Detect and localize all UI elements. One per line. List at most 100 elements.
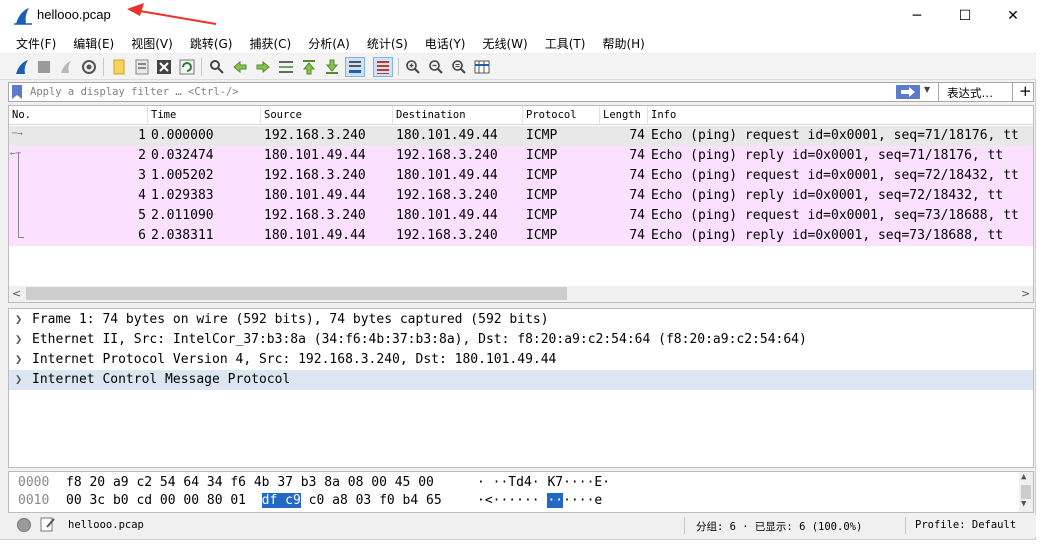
apply-filter-button[interactable] <box>896 85 920 99</box>
related-packets-end <box>18 237 24 238</box>
chevron-right-icon[interactable]: ❯ <box>15 352 22 366</box>
scroll-down-icon[interactable]: ▼ <box>1021 499 1026 509</box>
chevron-right-icon[interactable]: ❯ <box>15 312 22 326</box>
go-first-packet-icon[interactable] <box>299 57 319 77</box>
resize-columns-icon[interactable] <box>472 57 492 77</box>
menu-help[interactable]: 帮助(H) <box>598 31 648 53</box>
add-filter-button[interactable]: + <box>1019 82 1032 100</box>
cell-source: 180.101.49.44 <box>264 148 366 163</box>
detail-row-frame[interactable]: ❯ Frame 1: 74 bytes on wire (592 bits), … <box>9 310 1033 330</box>
title-bar: hellooo.pcap ─ ☐ ✕ <box>0 0 1036 31</box>
minimize-button[interactable]: ─ <box>894 0 940 31</box>
close-button[interactable]: ✕ <box>990 0 1036 31</box>
table-row[interactable]: 3 1.005202 192.168.3.240 180.101.49.44 I… <box>9 166 1033 186</box>
go-to-packet-icon[interactable] <box>276 57 296 77</box>
table-row[interactable]: 6 2.038311 180.101.49.44 192.168.3.240 I… <box>9 226 1033 246</box>
status-profile[interactable]: Profile: Default <box>915 519 1016 531</box>
ready-indicator-icon[interactable] <box>17 518 31 532</box>
detail-row-ethernet[interactable]: ❯ Ethernet II, Src: IntelCor_37:b3:8a (3… <box>9 330 1033 350</box>
menu-analyze[interactable]: 分析(A) <box>304 31 354 53</box>
cell-length: 74 <box>629 208 645 223</box>
bytes-vscroll[interactable]: ▲ ▼ <box>1019 472 1033 512</box>
menu-wireless[interactable]: 无线(W) <box>479 31 532 53</box>
column-header-no[interactable]: No. <box>9 106 148 125</box>
stop-capture-icon[interactable] <box>34 57 54 77</box>
bytes-hex[interactable]: 00 3c b0 cd 00 00 80 01 df c9 c0 a8 03 f… <box>66 493 442 508</box>
zoom-out-icon[interactable] <box>426 57 446 77</box>
cell-time: 2.011090 <box>151 208 214 223</box>
maximize-button[interactable]: ☐ <box>942 0 988 31</box>
cell-protocol: ICMP <box>526 228 558 243</box>
cell-destination: 192.168.3.240 <box>396 228 498 243</box>
bytes-ascii[interactable]: · ··Td4· K7····E· <box>477 475 610 490</box>
table-row[interactable]: ─→ 1 0.000000 192.168.3.240 180.101.49.4… <box>9 126 1033 146</box>
cell-source: 192.168.3.240 <box>264 208 366 223</box>
restart-capture-icon[interactable] <box>56 57 76 77</box>
detail-row-ipv4[interactable]: ❯ Internet Protocol Version 4, Src: 192.… <box>9 350 1033 370</box>
go-back-icon[interactable] <box>230 57 250 77</box>
filter-history-dropdown[interactable]: ▼ <box>924 85 930 94</box>
auto-scroll-icon[interactable] <box>345 57 365 77</box>
close-file-icon[interactable] <box>154 57 174 77</box>
cell-source: 192.168.3.240 <box>264 168 366 183</box>
column-header-destination[interactable]: Destination <box>393 106 523 125</box>
normal-size-icon[interactable] <box>449 57 469 77</box>
cell-length: 74 <box>629 228 645 243</box>
chevron-right-icon[interactable]: ❯ <box>15 332 22 346</box>
bytes-offset: 0010 <box>18 493 50 508</box>
cell-source: 180.101.49.44 <box>264 188 366 203</box>
menu-go[interactable]: 跳转(G) <box>186 31 237 53</box>
column-header-time[interactable]: Time <box>148 106 261 125</box>
detail-row-icmp[interactable]: ❯ Internet Control Message Protocol <box>9 370 1033 390</box>
scroll-right-icon[interactable]: > <box>1021 287 1030 300</box>
arrow-right-icon <box>901 87 915 97</box>
colorize-icon[interactable] <box>373 57 393 77</box>
chevron-right-icon[interactable]: ❯ <box>15 372 22 386</box>
menu-tools[interactable]: 工具(T) <box>541 31 590 53</box>
request-arrow-icon: ─→ <box>12 129 23 139</box>
menu-capture[interactable]: 捕获(C) <box>245 31 295 53</box>
go-forward-icon[interactable] <box>253 57 273 77</box>
menu-edit[interactable]: 编辑(E) <box>69 31 118 53</box>
menu-telephony[interactable]: 电话(Y) <box>421 31 470 53</box>
cell-no: 1 <box>138 128 146 143</box>
go-last-packet-icon[interactable] <box>322 57 342 77</box>
scroll-thumb[interactable] <box>1021 485 1031 499</box>
cell-info: Echo (ping) request id=0x0001, seq=73/18… <box>651 208 1019 223</box>
scroll-thumb[interactable] <box>26 287 567 300</box>
menu-view[interactable]: 视图(V) <box>127 31 177 53</box>
bytes-ascii[interactable]: ·<······ ······e <box>477 493 602 508</box>
capture-comment-icon[interactable] <box>40 516 56 532</box>
reload-file-icon[interactable] <box>177 57 197 77</box>
display-filter-input[interactable]: Apply a display filter … <Ctrl-/> <box>30 86 239 98</box>
menu-file[interactable]: 文件(F) <box>12 31 60 53</box>
expression-button[interactable]: 表达式… <box>947 85 993 101</box>
bookmark-icon[interactable] <box>12 85 22 99</box>
column-header-info[interactable]: Info <box>648 106 1033 125</box>
column-header-protocol[interactable]: Protocol <box>523 106 600 125</box>
cell-time: 0.000000 <box>151 128 214 143</box>
start-capture-icon[interactable] <box>12 57 32 77</box>
table-row[interactable]: 4 1.029383 180.101.49.44 192.168.3.240 I… <box>9 186 1033 206</box>
zoom-in-icon[interactable] <box>403 57 423 77</box>
cell-source: 180.101.49.44 <box>264 228 366 243</box>
cell-info: Echo (ping) reply id=0x0001, seq=71/1817… <box>651 148 1004 163</box>
scroll-up-icon[interactable]: ▲ <box>1021 472 1026 482</box>
related-packets-line <box>18 152 19 238</box>
find-packet-icon[interactable] <box>207 57 227 77</box>
cell-protocol: ICMP <box>526 148 558 163</box>
cell-destination: 192.168.3.240 <box>396 188 498 203</box>
menu-statistics[interactable]: 统计(S) <box>363 31 412 53</box>
table-row[interactable]: 5 2.011090 192.168.3.240 180.101.49.44 I… <box>9 206 1033 226</box>
column-header-source[interactable]: Source <box>261 106 393 125</box>
cell-no: 5 <box>138 208 146 223</box>
column-header-length[interactable]: Length <box>600 106 648 125</box>
bytes-hex-highlight: df c9 <box>261 493 301 508</box>
open-file-icon[interactable] <box>109 57 129 77</box>
save-file-icon[interactable] <box>132 57 152 77</box>
bytes-hex[interactable]: f8 20 a9 c2 54 64 34 f6 4b 37 b3 8a 08 0… <box>66 475 434 490</box>
packet-list-hscroll[interactable]: < > <box>9 286 1033 302</box>
table-row[interactable]: ←─ 2 0.032474 180.101.49.44 192.168.3.24… <box>9 146 1033 166</box>
scroll-left-icon[interactable]: < <box>12 287 21 300</box>
capture-options-icon[interactable] <box>79 57 99 77</box>
